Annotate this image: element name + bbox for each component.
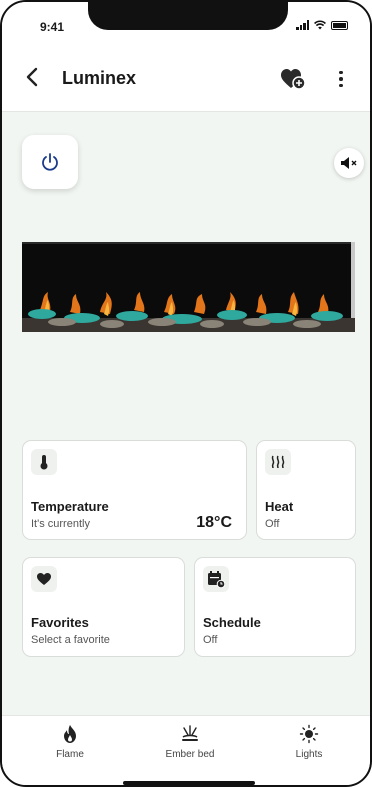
nav-item-lights[interactable]: Lights — [264, 724, 354, 760]
home-indicator[interactable] — [123, 781, 255, 785]
heat-sub: Off — [265, 518, 280, 530]
power-button[interactable] — [22, 135, 78, 189]
thermometer-icon — [31, 449, 57, 475]
calendar-clock-icon — [203, 566, 229, 592]
nav-item-flame[interactable]: Flame — [25, 724, 115, 760]
mute-button[interactable] — [334, 148, 364, 178]
nav-label-lights: Lights — [295, 749, 323, 760]
notch — [88, 2, 288, 30]
temperature-label: Temperature — [31, 499, 109, 514]
nav-label-ember-bed: Ember bed — [165, 749, 215, 760]
status-time: 9:41 — [40, 20, 65, 34]
fireplace-image — [22, 242, 355, 332]
heat-label: Heat — [265, 499, 294, 514]
status-icons — [296, 20, 348, 30]
signal-icon — [296, 20, 309, 30]
favorites-card[interactable]: Favorites Select a favorite — [22, 557, 185, 657]
more-options-icon[interactable] — [336, 68, 346, 90]
back-chevron-icon[interactable] — [24, 66, 40, 88]
bottom-nav: Flame Ember bed Lights — [2, 715, 370, 785]
phone-frame: 9:41 Luminex Temperature It's currently … — [0, 0, 372, 787]
nav-item-ember-bed[interactable]: Ember bed — [145, 724, 235, 760]
page-title: Luminex — [62, 68, 137, 88]
sun-icon — [299, 724, 319, 744]
favorites-sub: Select a favorite — [31, 634, 110, 646]
speaker-mute-icon — [341, 157, 357, 169]
ember-bed-icon — [182, 725, 198, 741]
heart-add-icon[interactable] — [280, 68, 306, 90]
schedule-card[interactable]: Schedule Off — [194, 557, 356, 657]
heat-waves-icon — [265, 449, 291, 475]
top-bar: 9:41 Luminex — [2, 2, 370, 112]
heart-icon — [31, 566, 57, 592]
heat-card[interactable]: Heat Off — [256, 440, 356, 540]
wifi-icon — [314, 20, 326, 30]
temperature-sub: It's currently — [31, 518, 90, 530]
nav-label-flame: Flame — [56, 749, 84, 760]
temperature-card[interactable]: Temperature It's currently 18°C — [22, 440, 247, 540]
temperature-value: 18°C — [196, 514, 232, 531]
schedule-label: Schedule — [203, 615, 261, 630]
favorites-label: Favorites — [31, 615, 89, 630]
power-icon — [42, 153, 58, 171]
flame-icon — [64, 725, 76, 743]
battery-icon — [331, 20, 348, 30]
schedule-sub: Off — [203, 634, 218, 646]
